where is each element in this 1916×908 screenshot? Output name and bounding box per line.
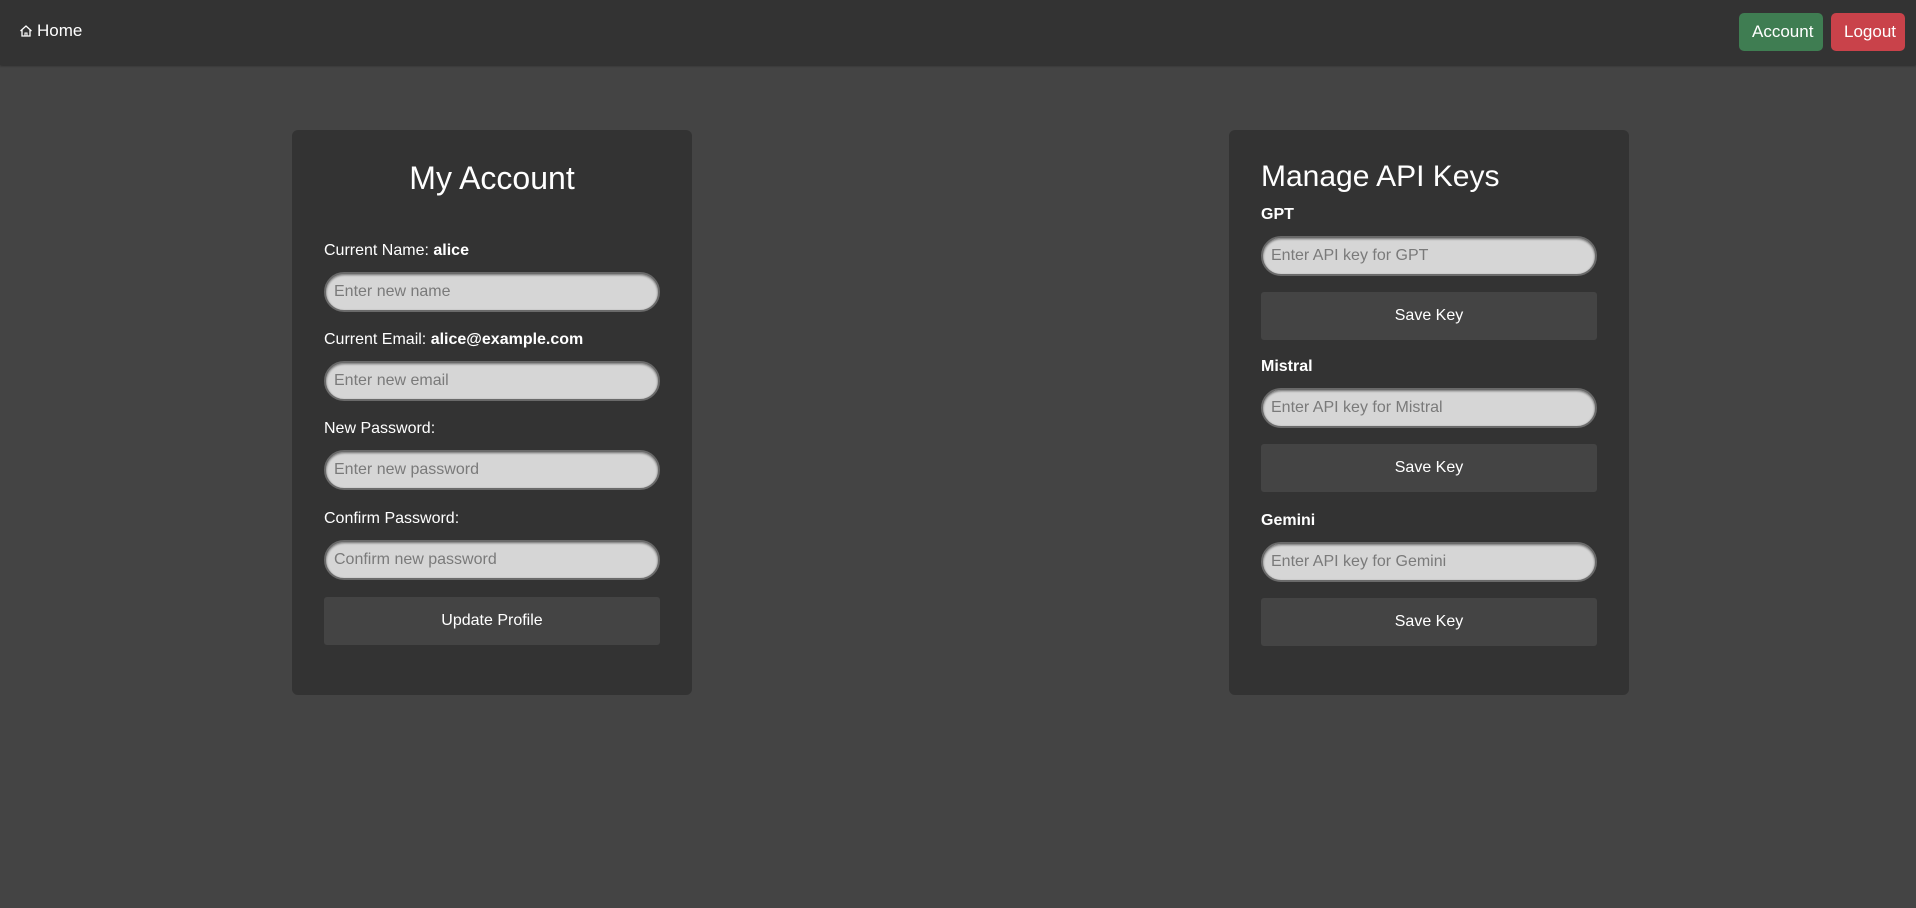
- logout-button[interactable]: Logout: [1831, 13, 1905, 51]
- api-key-input-mistral[interactable]: [1261, 388, 1597, 428]
- home-link[interactable]: Home: [19, 21, 82, 41]
- current-email-row: Current Email: alice@example.com: [324, 331, 583, 349]
- api-key-input-gemini[interactable]: [1261, 542, 1597, 582]
- current-email-label: Current Email:: [324, 331, 427, 348]
- provider-label-gemini: Gemini: [1261, 512, 1316, 529]
- new-name-input[interactable]: [324, 272, 660, 312]
- home-label: Home: [37, 21, 83, 40]
- current-name-row: Current Name: alice: [324, 242, 469, 260]
- confirm-password-input[interactable]: [324, 540, 660, 580]
- new-password-label: New Password:: [324, 420, 436, 437]
- home-icon: [19, 24, 33, 38]
- current-name-value: alice: [433, 242, 469, 259]
- navbar: Home Account Logout: [0, 0, 1916, 65]
- save-key-button-mistral[interactable]: Save Key: [1261, 444, 1597, 492]
- api-keys-title: Manage API Keys: [1261, 160, 1500, 193]
- confirm-password-label: Confirm Password:: [324, 510, 460, 527]
- new-password-input[interactable]: [324, 450, 660, 490]
- update-profile-button[interactable]: Update Profile: [324, 597, 660, 645]
- account-button[interactable]: Account: [1739, 13, 1823, 51]
- api-keys-card: Manage API Keys GPT Save Key Mistral Sav…: [1229, 130, 1629, 695]
- provider-label-mistral: Mistral: [1261, 358, 1313, 375]
- current-name-label: Current Name:: [324, 242, 429, 259]
- account-title: My Account: [409, 160, 575, 196]
- account-card: My Account Current Name: alice Current E…: [292, 130, 692, 695]
- api-key-input-gpt[interactable]: [1261, 236, 1597, 276]
- current-email-value: alice@example.com: [430, 331, 584, 348]
- save-key-button-gemini[interactable]: Save Key: [1261, 598, 1597, 646]
- provider-label-gpt: GPT: [1261, 206, 1294, 223]
- save-key-button-gpt[interactable]: Save Key: [1261, 292, 1597, 340]
- new-email-input[interactable]: [324, 361, 660, 401]
